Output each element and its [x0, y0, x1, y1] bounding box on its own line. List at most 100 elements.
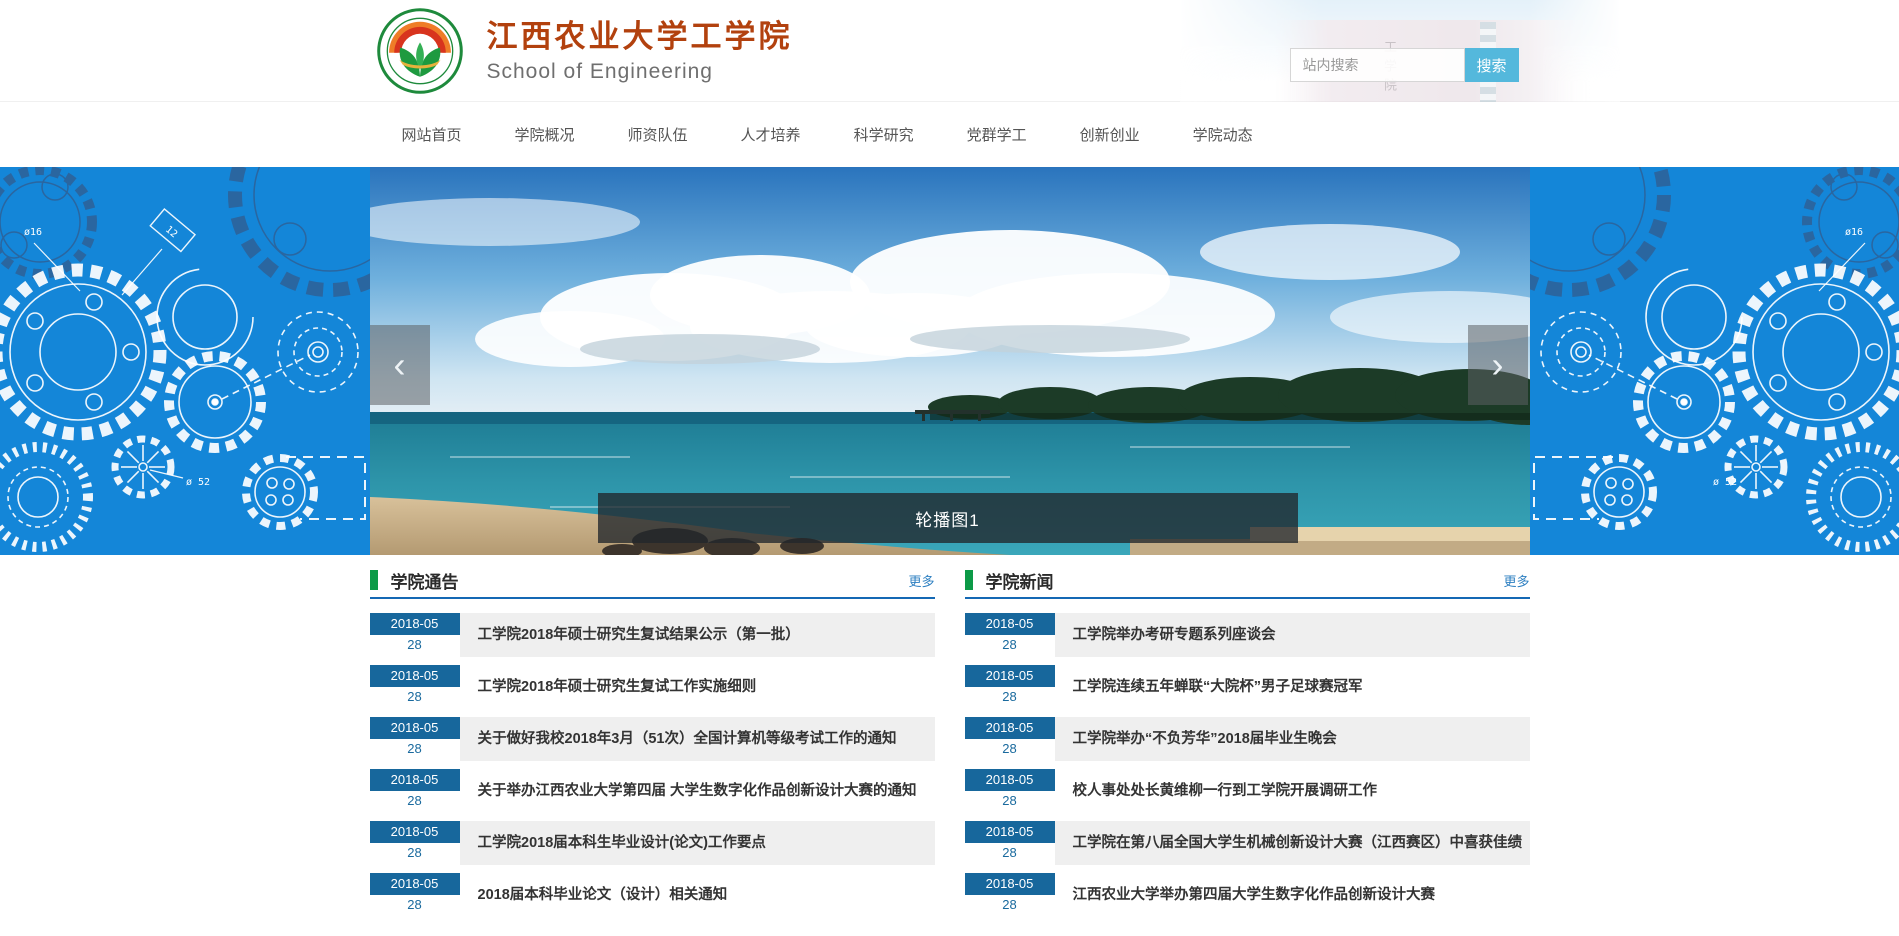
column-title: 学院通告 [391, 568, 459, 593]
date-day: 28 [965, 635, 1055, 657]
date-month: 2018-05 [965, 821, 1055, 843]
carousel-next-icon[interactable]: › [1468, 325, 1528, 405]
news-section: 学院通告 更多 2018-0528工学院2018年硕士研究生复试结果公示（第一批… [370, 563, 1530, 925]
date-badge: 2018-0528 [370, 717, 460, 761]
blueprint-dim-label: ø16 [24, 227, 42, 238]
search-input[interactable] [1290, 48, 1465, 82]
news-row[interactable]: 2018-05282018届本科毕业论文（设计）相关通知 [370, 873, 935, 917]
nav-item-7[interactable]: 创新创业 [1080, 124, 1140, 145]
carousel: ø16 12 ø 52 [0, 167, 1899, 555]
date-day: 28 [965, 739, 1055, 761]
nav-item-3[interactable]: 师资队伍 [628, 124, 688, 145]
date-day: 28 [965, 791, 1055, 813]
news-row[interactable]: 2018-0528校人事处处长黄维柳一行到工学院开展调研工作 [965, 769, 1530, 813]
news-row[interactable]: 2018-0528工学院在第八届全国大学生机械创新设计大赛（江西赛区）中喜获佳绩 [965, 821, 1530, 865]
news-row[interactable]: 2018-0528关于做好我校2018年3月（51次）全国计算机等级考试工作的通… [370, 717, 935, 761]
news-row[interactable]: 2018-0528工学院2018届本科生毕业设计(论文)工作要点 [370, 821, 935, 865]
news-row[interactable]: 2018-0528工学院举办“不负芳华”2018届毕业生晚会 [965, 717, 1530, 761]
date-day: 28 [965, 895, 1055, 917]
date-badge: 2018-0528 [370, 873, 460, 917]
site-title: 江西农业大学工学院 [487, 18, 793, 55]
nav-item-6[interactable]: 党群学工 [967, 124, 1027, 145]
news-title[interactable]: 工学院2018年硕士研究生复试结果公示（第一批） [460, 613, 935, 657]
news-row[interactable]: 2018-0528工学院2018年硕士研究生复试工作实施细则 [370, 665, 935, 709]
date-badge: 2018-0528 [370, 769, 460, 813]
news-title[interactable]: 江西农业大学举办第四届大学生数字化作品创新设计大赛 [1055, 873, 1530, 917]
site-search: 搜索 [1290, 48, 1519, 82]
carousel-slide: 轮播图1 ‹ › [370, 167, 1530, 555]
date-day: 28 [370, 791, 460, 813]
date-month: 2018-05 [370, 821, 460, 843]
date-day: 28 [370, 635, 460, 657]
date-month: 2018-05 [965, 665, 1055, 687]
news-title[interactable]: 2018届本科毕业论文（设计）相关通知 [460, 873, 935, 917]
date-month: 2018-05 [370, 873, 460, 895]
date-day: 28 [965, 687, 1055, 709]
nav-item-4[interactable]: 人才培养 [741, 124, 801, 145]
date-day: 28 [370, 843, 460, 865]
university-logo-icon [377, 8, 463, 94]
carousel-prev-icon[interactable]: ‹ [370, 325, 430, 405]
nav-item-5[interactable]: 科学研究 [854, 124, 914, 145]
date-badge: 2018-0528 [370, 821, 460, 865]
news-title[interactable]: 工学院2018年硕士研究生复试工作实施细则 [460, 665, 935, 709]
news-title[interactable]: 工学院举办考研专题系列座谈会 [1055, 613, 1530, 657]
date-badge: 2018-0528 [965, 873, 1055, 917]
blueprint-dim-label: ø16 [1845, 227, 1863, 238]
blueprint-dim-label: ø 52 [1713, 477, 1737, 488]
date-month: 2018-05 [370, 665, 460, 687]
site-subtitle: School of Engineering [487, 60, 793, 84]
news-row[interactable]: 2018-0528工学院2018年硕士研究生复试结果公示（第一批） [370, 613, 935, 657]
green-bar-icon [370, 570, 378, 590]
date-badge: 2018-0528 [965, 665, 1055, 709]
date-month: 2018-05 [370, 613, 460, 635]
date-month: 2018-05 [965, 717, 1055, 739]
column-header: 学院新闻 更多 [965, 563, 1530, 599]
news-title[interactable]: 关于举办江西农业大学第四届 大学生数字化作品创新设计大赛的通知 [460, 769, 935, 813]
nav-item-2[interactable]: 学院概况 [515, 124, 575, 145]
date-month: 2018-05 [370, 769, 460, 791]
carousel-caption: 轮播图1 [598, 493, 1298, 543]
date-month: 2018-05 [370, 717, 460, 739]
date-badge: 2018-0528 [965, 613, 1055, 657]
news-column: 学院新闻 更多 2018-0528工学院举办考研专题系列座谈会2018-0528… [965, 563, 1530, 925]
column-title: 学院新闻 [986, 568, 1054, 593]
date-day: 28 [370, 687, 460, 709]
date-day: 28 [965, 843, 1055, 865]
date-month: 2018-05 [965, 613, 1055, 635]
gear-pattern-right: ø16 ø 52 [1527, 167, 1899, 555]
search-button[interactable]: 搜索 [1465, 48, 1519, 82]
news-title[interactable]: 工学院2018届本科生毕业设计(论文)工作要点 [460, 821, 935, 865]
news-row[interactable]: 2018-0528工学院举办考研专题系列座谈会 [965, 613, 1530, 657]
more-link[interactable]: 更多 [908, 571, 934, 590]
date-badge: 2018-0528 [965, 769, 1055, 813]
date-badge: 2018-0528 [965, 821, 1055, 865]
nav-item-1[interactable]: 网站首页 [402, 124, 462, 145]
brand: 江西农业大学工学院 School of Engineering [377, 8, 793, 94]
date-month: 2018-05 [965, 873, 1055, 895]
gear-pattern-left: ø16 12 ø 52 [0, 167, 372, 555]
more-link[interactable]: 更多 [1503, 571, 1529, 590]
blueprint-dim-label: ø 52 [186, 477, 210, 488]
main-nav: 网站首页 学院概况 师资队伍 人才培养 科学研究 党群学工 创新创业 学院动态 [0, 102, 1899, 167]
date-month: 2018-05 [965, 769, 1055, 791]
page: { "header": { "logo_title": "江西农业大学工学院",… [0, 0, 1899, 936]
news-title[interactable]: 校人事处处长黄维柳一行到工学院开展调研工作 [1055, 769, 1530, 813]
news-title[interactable]: 工学院连续五年蝉联“大院杯”男子足球赛冠军 [1055, 665, 1530, 709]
nav-list: 网站首页 学院概况 师资队伍 人才培养 科学研究 党群学工 创新创业 学院动态 [370, 102, 1530, 167]
date-badge: 2018-0528 [965, 717, 1055, 761]
news-title[interactable]: 工学院举办“不负芳华”2018届毕业生晚会 [1055, 717, 1530, 761]
news-row[interactable]: 2018-0528关于举办江西农业大学第四届 大学生数字化作品创新设计大赛的通知 [370, 769, 935, 813]
date-day: 28 [370, 739, 460, 761]
news-list: 2018-0528工学院2018年硕士研究生复试结果公示（第一批）2018-05… [370, 613, 935, 917]
column-header: 学院通告 更多 [370, 563, 935, 599]
news-title[interactable]: 关于做好我校2018年3月（51次）全国计算机等级考试工作的通知 [460, 717, 935, 761]
nav-item-8[interactable]: 学院动态 [1193, 124, 1253, 145]
notice-column: 学院通告 更多 2018-0528工学院2018年硕士研究生复试结果公示（第一批… [370, 563, 935, 925]
news-title[interactable]: 工学院在第八届全国大学生机械创新设计大赛（江西赛区）中喜获佳绩 [1055, 821, 1530, 865]
site-header: 工学院 江西农业大学工学院 School of Engineering 搜索 [0, 0, 1899, 102]
date-day: 28 [370, 895, 460, 917]
news-row[interactable]: 2018-0528江西农业大学举办第四届大学生数字化作品创新设计大赛 [965, 873, 1530, 917]
green-bar-icon [965, 570, 973, 590]
news-row[interactable]: 2018-0528工学院连续五年蝉联“大院杯”男子足球赛冠军 [965, 665, 1530, 709]
